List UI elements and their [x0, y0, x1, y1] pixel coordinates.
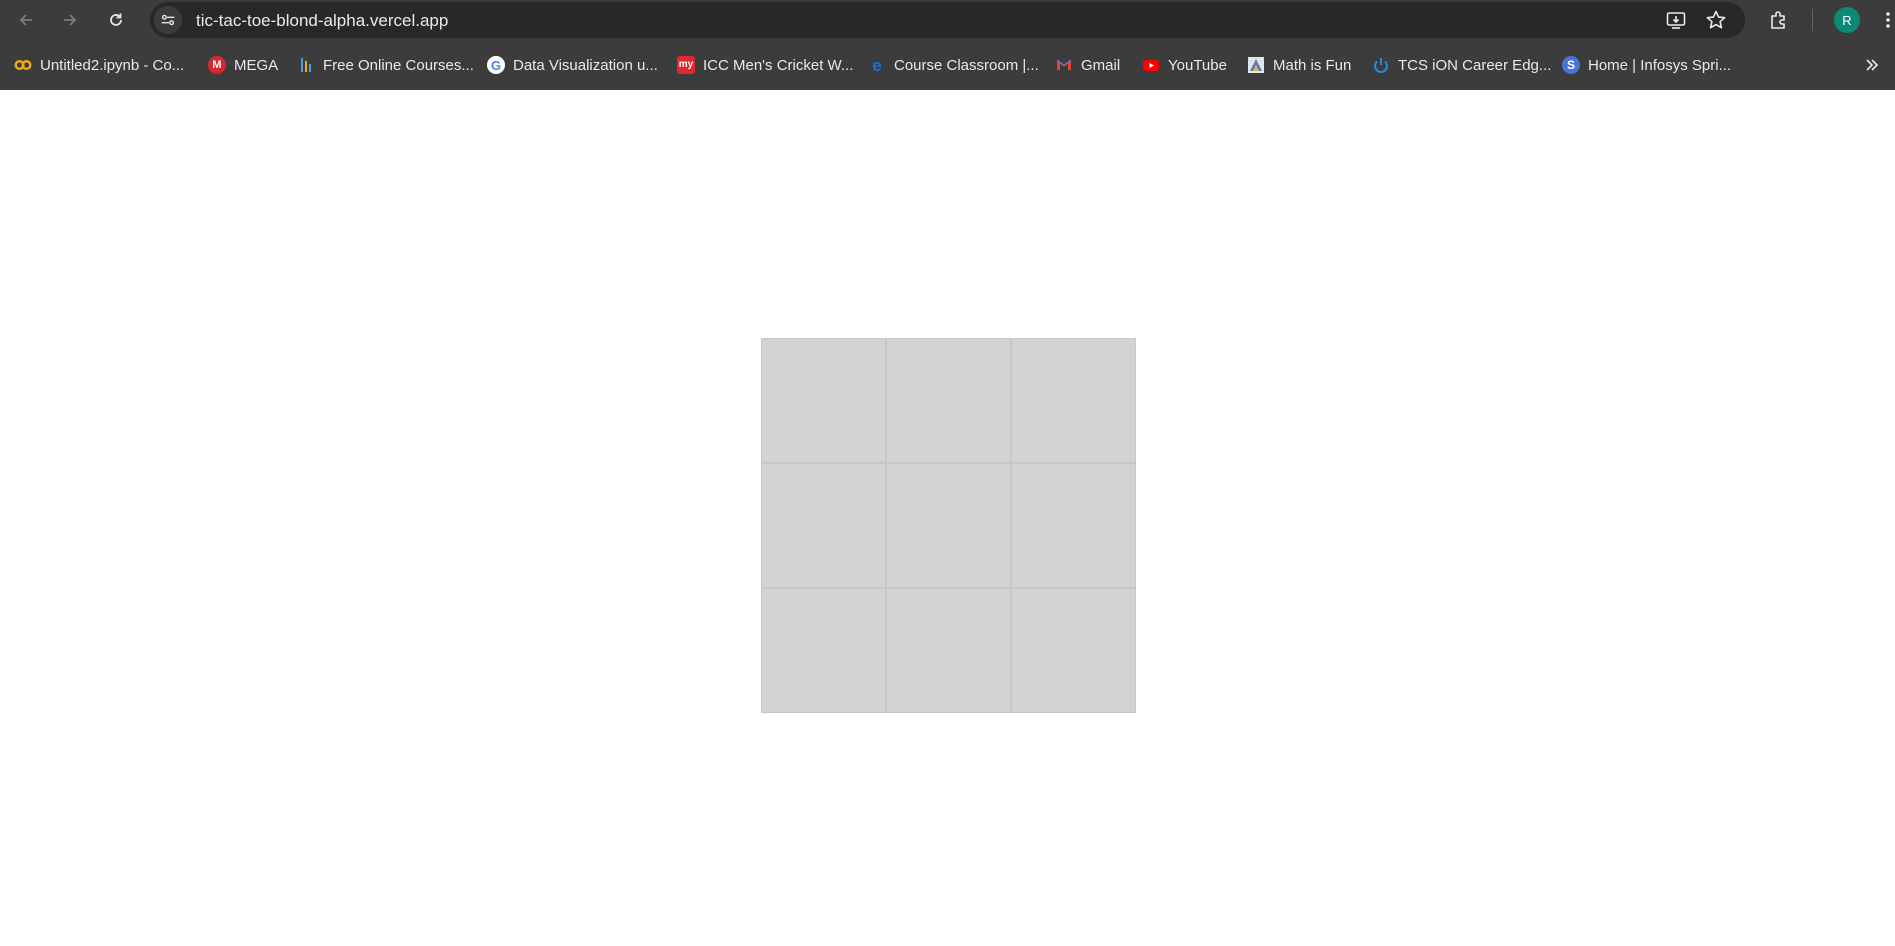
extensions-button[interactable] — [1765, 6, 1793, 34]
profile-avatar[interactable]: R — [1834, 7, 1860, 33]
bookmark-item[interactable]: Gmail — [1055, 53, 1120, 77]
browser-menu-button[interactable] — [1880, 6, 1895, 34]
kebab-menu-icon — [1885, 12, 1890, 28]
browser-toolbar: tic-tac-toe-blond-alpha.vercel.app R — [0, 0, 1895, 40]
board-cell[interactable] — [886, 463, 1011, 588]
bookmark-item[interactable]: Free Online Courses... — [297, 53, 474, 77]
address-bar[interactable]: tic-tac-toe-blond-alpha.vercel.app — [150, 2, 1745, 38]
bookmark-label: Course Classroom |... — [894, 56, 1039, 74]
board-cell[interactable] — [1011, 338, 1136, 463]
bookmark-item[interactable]: Math is Fun — [1247, 53, 1351, 77]
bookmark-item[interactable]: S Home | Infosys Spri... — [1562, 53, 1731, 77]
bookmark-item[interactable]: e Course Classroom |... — [868, 53, 1039, 77]
board-cell[interactable] — [886, 338, 1011, 463]
star-icon — [1706, 10, 1726, 29]
bookmarks-overflow-button[interactable] — [1862, 55, 1882, 75]
bookmark-item[interactable]: M MEGA — [208, 53, 278, 77]
board-cell[interactable] — [1011, 588, 1136, 713]
bookmark-label: Data Visualization u... — [513, 56, 658, 74]
board-cell[interactable] — [1011, 463, 1136, 588]
myntra-icon: my — [677, 56, 695, 74]
board-cell[interactable] — [761, 588, 886, 713]
tune-icon — [161, 14, 175, 26]
bookmark-label: MEGA — [234, 56, 279, 74]
youtube-icon — [1142, 56, 1160, 74]
bookmark-label: ICC Men's Cricket W... — [703, 56, 854, 74]
back-button[interactable] — [12, 6, 40, 34]
reload-icon — [110, 13, 122, 26]
bookmark-item[interactable]: Untitled2.ipynb - Co... — [14, 53, 184, 77]
bookmark-label: YouTube — [1168, 56, 1227, 74]
bookmark-item[interactable]: my ICC Men's Cricket W... — [677, 53, 853, 77]
tic-tac-toe-board — [761, 338, 1136, 713]
forward-arrow-icon — [64, 14, 77, 26]
reload-button[interactable] — [102, 6, 130, 34]
bookmark-item[interactable]: G Data Visualization u... — [487, 53, 658, 77]
forward-button[interactable] — [56, 6, 84, 34]
course-icon: e — [872, 55, 882, 75]
mathisfun-icon — [1247, 56, 1265, 74]
gmail-icon — [1055, 56, 1073, 74]
infosys-icon: S — [1562, 56, 1580, 74]
bookmark-label: Home | Infosys Spri... — [1588, 56, 1732, 74]
install-app-icon — [1666, 12, 1686, 29]
toolbar-divider — [1812, 9, 1813, 31]
double-chevron-right-icon — [1866, 59, 1879, 71]
back-arrow-icon — [19, 14, 32, 26]
page-content — [0, 90, 1895, 946]
board-cell[interactable] — [761, 463, 886, 588]
mega-icon: M — [208, 56, 226, 74]
url-text[interactable]: tic-tac-toe-blond-alpha.vercel.app — [196, 11, 448, 30]
board-cell[interactable] — [761, 338, 886, 463]
puzzle-icon — [1771, 11, 1785, 29]
install-app-button[interactable] — [1665, 9, 1687, 31]
bookmark-label: Math is Fun — [1273, 56, 1352, 74]
bookmark-label: Untitled2.ipynb - Co... — [40, 56, 185, 74]
google-icon: G — [487, 56, 505, 74]
site-info-button[interactable] — [154, 6, 182, 34]
colab-icon — [14, 56, 32, 74]
bookmark-label: TCS iON Career Edg... — [1398, 56, 1552, 74]
bookmarks-bar: Untitled2.ipynb - Co... M MEGA Free Onli… — [0, 40, 1895, 90]
bookmark-label: Free Online Courses... — [323, 56, 474, 74]
tcs-icon — [1372, 56, 1390, 74]
bookmark-label: Gmail — [1081, 56, 1121, 74]
bookmark-item[interactable]: YouTube — [1142, 53, 1227, 77]
courses-icon — [297, 56, 315, 74]
bookmark-star-button[interactable] — [1705, 9, 1727, 31]
board-cell[interactable] — [886, 588, 1011, 713]
bookmark-item[interactable]: TCS iON Career Edg... — [1372, 53, 1551, 77]
